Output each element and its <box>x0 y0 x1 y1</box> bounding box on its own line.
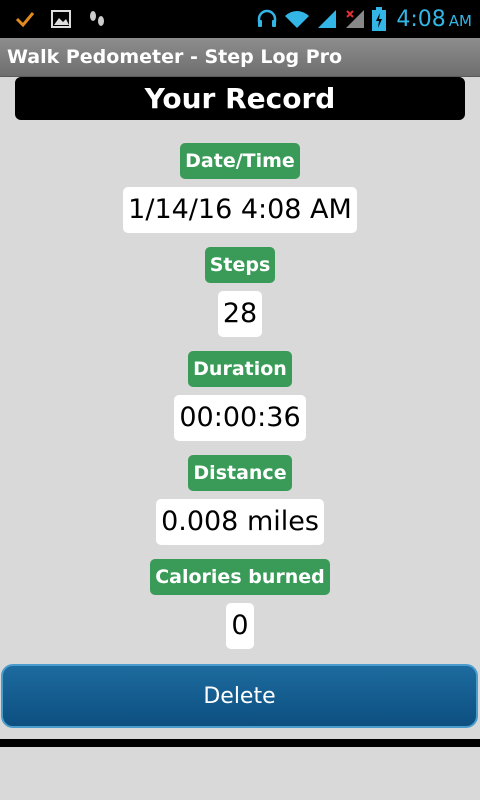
record-title: Your Record <box>144 82 336 115</box>
duration-label-row: Duration <box>0 351 480 387</box>
calories-value-row: 0 <box>0 603 480 649</box>
distance-label-row: Distance <box>0 455 480 491</box>
date-time-label-row: Date/Time <box>0 143 480 179</box>
steps-label: Steps <box>204 247 276 283</box>
clock-time: 4:08 <box>396 6 446 32</box>
duration-value: 00:00:36 <box>174 395 306 441</box>
bottom-divider <box>0 739 480 747</box>
duration-label: Duration <box>188 351 292 387</box>
headset-icon <box>258 9 277 27</box>
system-icons: 4:08 AM <box>256 4 472 34</box>
app-title-bar: Walk Pedometer - Step Log Pro <box>0 38 480 77</box>
steps-label-row: Steps <box>0 247 480 283</box>
distance-value-row: 0.008 miles <box>0 499 480 545</box>
date-time-value: 1/14/16 4:08 AM <box>123 187 357 233</box>
calories-label: Calories burned <box>150 559 330 595</box>
checkmark-icon <box>15 12 35 28</box>
steps-value-row: 28 <box>0 291 480 337</box>
calories-label-row: Calories burned <box>0 559 480 595</box>
clock: 4:08 AM <box>396 7 472 32</box>
image-icon <box>51 10 71 28</box>
footprints-icon <box>90 11 104 26</box>
record-header: Your Record <box>15 77 465 120</box>
delete-button[interactable]: Delete <box>1 664 478 728</box>
steps-value: 28 <box>217 291 263 337</box>
battery-charging-icon <box>372 7 387 31</box>
signal-no-data-icon <box>346 10 365 28</box>
status-bar: 4:08 AM <box>0 0 480 38</box>
wifi-icon <box>285 11 310 28</box>
distance-value: 0.008 miles <box>156 499 324 545</box>
calories-value: 0 <box>226 603 254 649</box>
duration-value-row: 00:00:36 <box>0 395 480 441</box>
notification-icons <box>14 6 108 32</box>
signal-icon <box>318 10 337 28</box>
app-title: Walk Pedometer - Step Log Pro <box>7 46 343 68</box>
date-time-label: Date/Time <box>180 143 300 179</box>
date-time-value-row: 1/14/16 4:08 AM <box>0 187 480 233</box>
distance-label: Distance <box>188 455 292 491</box>
clock-ampm: AM <box>448 11 472 30</box>
